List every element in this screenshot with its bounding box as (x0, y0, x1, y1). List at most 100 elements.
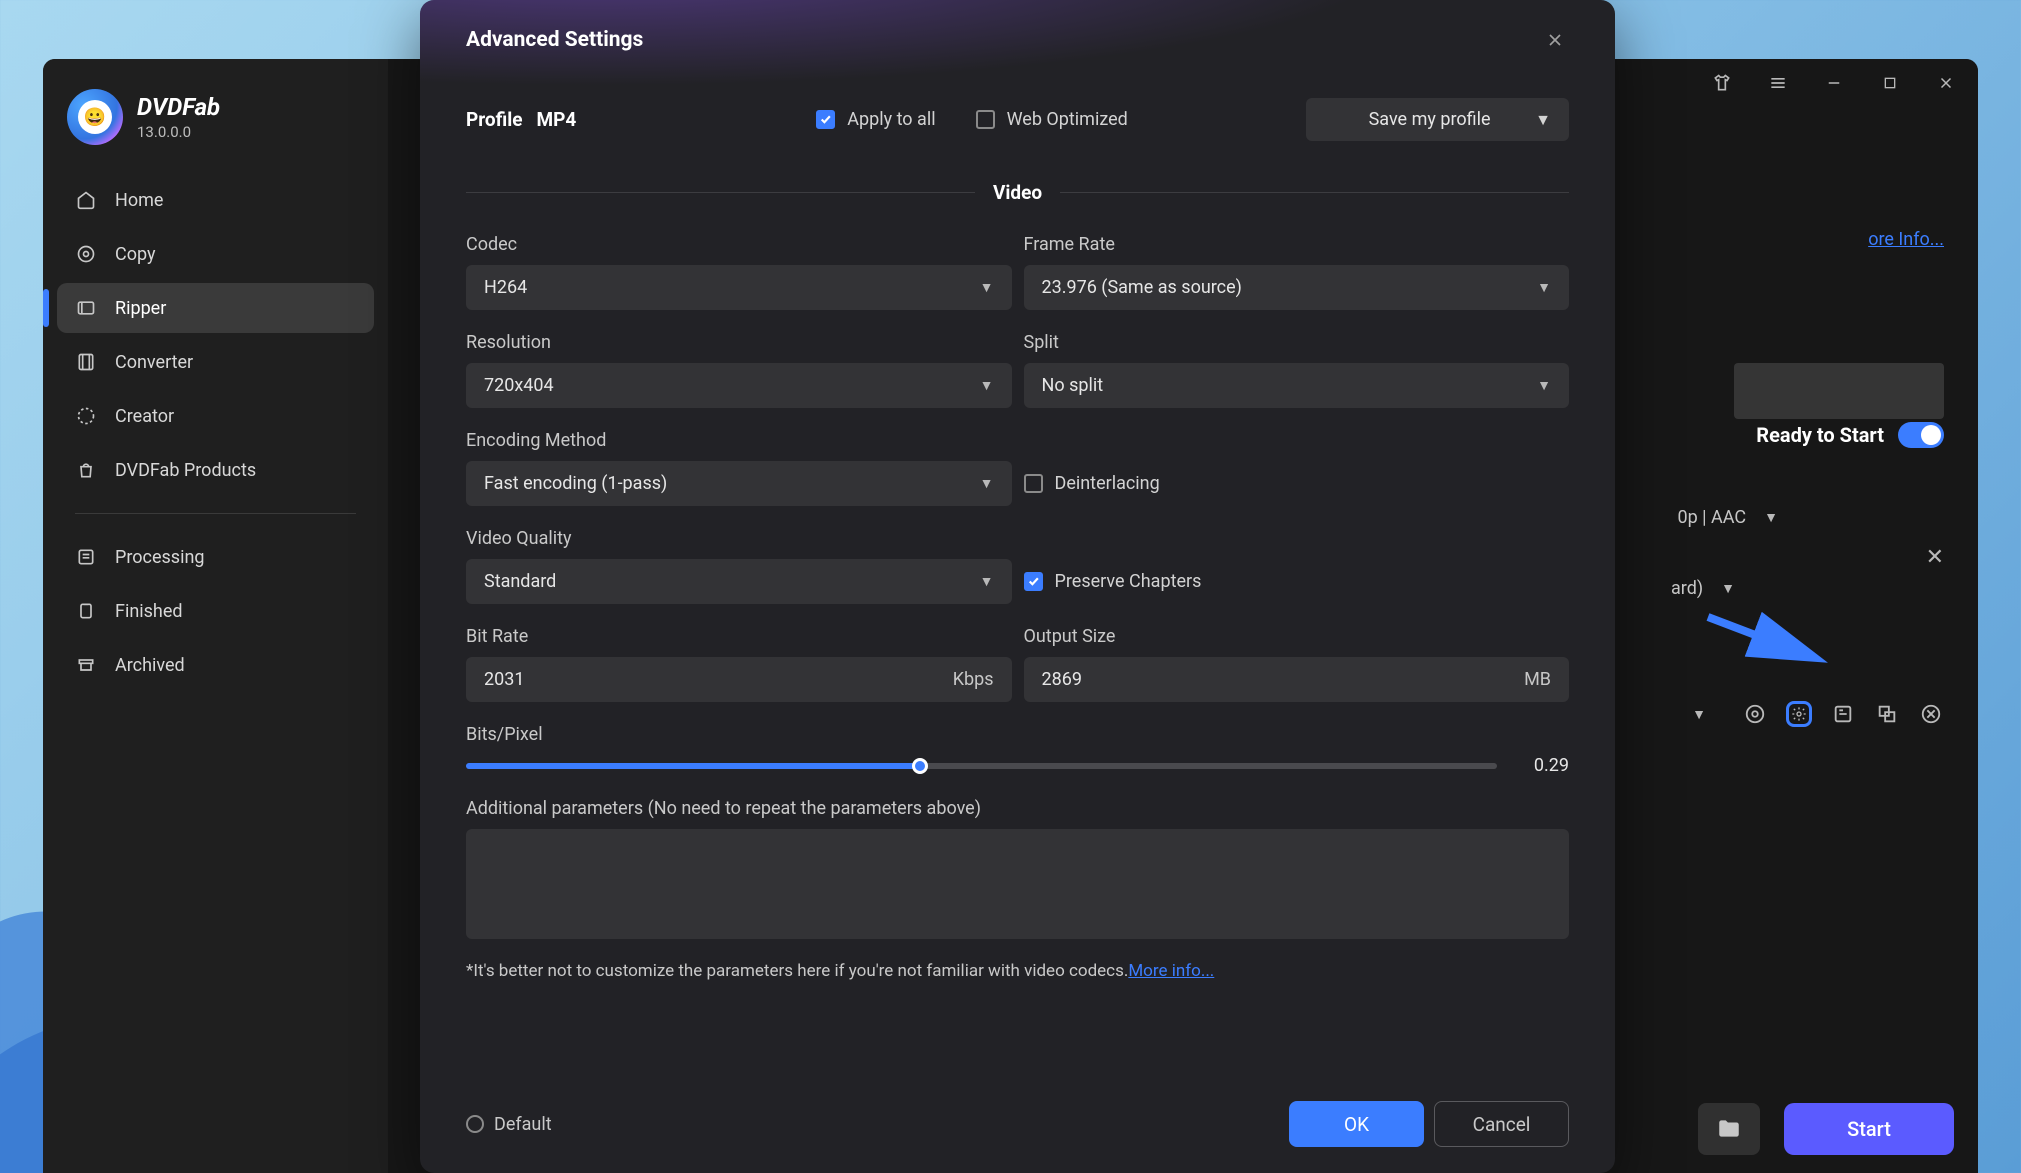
resolution-select[interactable]: 720x404 ▼ (466, 363, 1012, 408)
bpp-slider[interactable] (466, 763, 1497, 769)
resolution-label: Resolution (466, 332, 1012, 353)
ok-label: OK (1344, 1113, 1369, 1136)
profile: Profile MP4 (466, 108, 576, 131)
sidebar-item-home[interactable]: Home (57, 175, 374, 225)
web-optimized-checkbox[interactable]: Web Optimized (976, 109, 1128, 130)
framerate-value: 23.976 (Same as source) (1042, 277, 1538, 298)
main-toolbar-fragment (1734, 363, 1944, 419)
deinterlacing-checkbox[interactable]: Deinterlacing (1024, 473, 1160, 494)
ok-button[interactable]: OK (1289, 1101, 1424, 1147)
params-hint: *It's better not to customize the parame… (466, 961, 1569, 981)
ready-label: Ready to Start (1756, 423, 1884, 447)
section-video-label: Video (993, 181, 1042, 204)
bpp-value: 0.29 (1515, 755, 1569, 776)
encoding-select[interactable]: Fast encoding (1-pass) ▼ (466, 461, 1012, 506)
profile-row: Profile MP4 Apply to all Web Optimized S… (466, 98, 1569, 141)
modal-close-icon[interactable] (1541, 26, 1569, 54)
bitrate-input-wrap[interactable]: Kbps (466, 657, 1012, 702)
bitrate-unit: Kbps (953, 669, 994, 690)
framerate-field: Frame Rate 23.976 (Same as source) ▼ (1024, 234, 1570, 310)
brand: 😀 DVDFab 13.0.0.0 (43, 89, 388, 169)
bpp-slider-thumb[interactable] (912, 758, 928, 774)
apply-to-all-checkbox[interactable]: Apply to all (816, 109, 935, 130)
sidebar-item-copy[interactable]: Copy (57, 229, 374, 279)
brand-name: DVDFab (137, 93, 220, 121)
tasks-icon (75, 546, 97, 568)
shirt-icon[interactable] (1708, 69, 1736, 97)
sidebar-item-converter[interactable]: Converter (57, 337, 374, 387)
default-label: Default (494, 1114, 552, 1135)
start-button-label: Start (1847, 1117, 1891, 1141)
sidebar-item-finished[interactable]: Finished (57, 586, 374, 636)
sidebar-item-ripper[interactable]: Ripper (57, 283, 374, 333)
split-select[interactable]: No split ▼ (1024, 363, 1570, 408)
split-field: Split No split ▼ (1024, 332, 1570, 408)
more-info-link[interactable]: More info... (1128, 961, 1214, 981)
sidebar-item-creator[interactable]: Creator (57, 391, 374, 441)
web-optimized-label: Web Optimized (1007, 109, 1128, 130)
output-size-unit: MB (1524, 669, 1551, 690)
output-size-field: Output Size MB (1024, 626, 1570, 702)
output-size-input[interactable] (1042, 669, 1515, 690)
format-row-1[interactable]: 0p | AAC ▼ (1677, 507, 1778, 528)
brand-version: 13.0.0.0 (137, 123, 220, 141)
section-video: Video (466, 181, 1569, 204)
video-quality-field: Video Quality Standard ▼ (466, 528, 1012, 604)
video-quality-label: Video Quality (466, 528, 1012, 549)
bpp-slider-row: 0.29 (466, 755, 1569, 776)
video-quality-value: Standard (484, 571, 980, 592)
ready-toggle[interactable] (1898, 422, 1944, 448)
bitrate-field: Bit Rate Kbps (466, 626, 1012, 702)
save-profile-dropdown[interactable]: Save my profile ▼ (1306, 98, 1569, 141)
advanced-settings-icon[interactable] (1786, 701, 1812, 727)
sidebar-item-archived[interactable]: Archived (57, 640, 374, 690)
brand-text: DVDFab 13.0.0.0 (137, 93, 220, 141)
disc-icon (75, 243, 97, 265)
video-quality-select[interactable]: Standard ▼ (466, 559, 1012, 604)
close-icon[interactable] (1932, 69, 1960, 97)
maximize-icon[interactable] (1876, 69, 1904, 97)
start-button[interactable]: Start (1784, 1103, 1954, 1155)
sidebar-item-processing[interactable]: Processing (57, 532, 374, 582)
sidebar-item-label: Copy (115, 244, 156, 265)
edit-icon[interactable] (1830, 701, 1856, 727)
checkbox-icon (976, 110, 995, 129)
archive-icon (75, 654, 97, 676)
bitrate-label: Bit Rate (466, 626, 1012, 647)
additional-params-input[interactable] (466, 829, 1569, 939)
format-row-2[interactable]: ard) ▼ (1671, 578, 1735, 599)
framerate-select[interactable]: 23.976 (Same as source) ▼ (1024, 265, 1570, 310)
codec-select[interactable]: H264 ▼ (466, 265, 1012, 310)
chevron-down-icon: ▼ (1537, 377, 1551, 394)
modal-scroll[interactable]: Profile MP4 Apply to all Web Optimized S… (420, 54, 1615, 1075)
codec-value: H264 (484, 277, 980, 298)
nav-separator (75, 513, 356, 514)
delete-icon[interactable] (1918, 701, 1944, 727)
resolution-value: 720x404 (484, 375, 980, 396)
cancel-button[interactable]: Cancel (1434, 1101, 1569, 1147)
output-folder-button[interactable] (1698, 1103, 1760, 1155)
sidebar-item-label: Finished (115, 601, 183, 622)
minimize-icon[interactable] (1820, 69, 1848, 97)
row-close-icon[interactable]: ✕ (1926, 545, 1944, 570)
bitrate-input[interactable] (484, 669, 943, 690)
output-size-input-wrap[interactable]: MB (1024, 657, 1570, 702)
bag-icon (75, 459, 97, 481)
preview-icon[interactable] (1742, 701, 1768, 727)
output-size-label: Output Size (1024, 626, 1570, 647)
more-info-link[interactable]: ore Info... (1868, 229, 1944, 250)
chevron-down-icon[interactable]: ▼ (1692, 706, 1706, 723)
sidebar-item-products[interactable]: DVDFab Products (57, 445, 374, 495)
menu-icon[interactable] (1764, 69, 1792, 97)
chevron-down-icon: ▼ (1721, 580, 1735, 597)
modal-footer: Default OK Cancel (420, 1075, 1615, 1173)
chevron-down-icon: ▼ (1537, 279, 1551, 296)
additional-params-label: Additional parameters (No need to repeat… (466, 798, 1569, 819)
crop-icon[interactable] (1874, 701, 1900, 727)
bpp-label: Bits/Pixel (466, 724, 1569, 745)
default-radio[interactable]: Default (466, 1114, 552, 1135)
save-profile-label: Save my profile (1324, 109, 1535, 130)
split-label: Split (1024, 332, 1570, 353)
preserve-chapters-checkbox[interactable]: Preserve Chapters (1024, 571, 1202, 592)
framerate-label: Frame Rate (1024, 234, 1570, 255)
